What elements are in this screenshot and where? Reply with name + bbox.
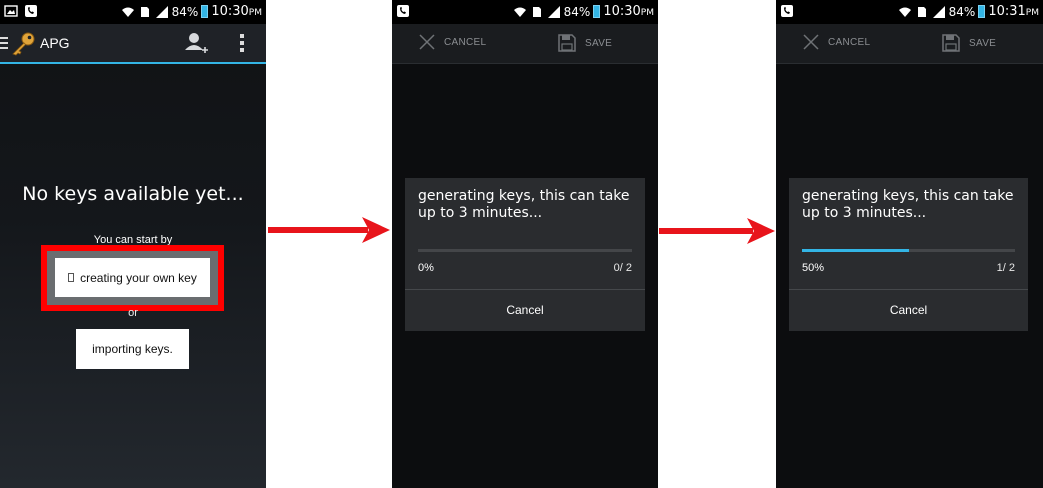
clock-time: 10:31 <box>988 4 1026 19</box>
progress-percent: 0% <box>418 262 434 274</box>
voip-notification-icon <box>780 4 794 18</box>
dialog-message: generating keys, this can take up to 3 m… <box>802 188 1014 221</box>
action-bar: CANCEL SAVE <box>392 24 658 64</box>
create-key-button[interactable]: creating your own key <box>55 258 210 297</box>
clock: 10:31PM <box>988 4 1039 19</box>
battery-percent: 84% <box>171 4 199 19</box>
progress-bar <box>802 249 1015 252</box>
wifi-icon <box>513 5 527 19</box>
voip-notification-icon <box>24 4 38 18</box>
action-bar: APG <box>0 24 266 64</box>
clock-ampm: PM <box>248 8 262 18</box>
dialog-cancel-button[interactable]: Cancel <box>405 290 645 331</box>
cancel-action-label: CANCEL <box>444 36 487 48</box>
battery-percent: 84% <box>563 4 591 19</box>
battery-icon <box>201 5 209 18</box>
save-icon <box>558 34 576 52</box>
clock-time: 10:30 <box>211 4 249 19</box>
clock-ampm: PM <box>640 8 654 18</box>
clock: 10:30PM <box>603 4 654 19</box>
status-bar: 84% 10:31PM <box>776 0 1043 24</box>
status-bar: 84% 10:30PM <box>392 0 658 24</box>
sim-icon <box>138 5 152 19</box>
app-title: APG <box>40 35 70 51</box>
save-action-label: SAVE <box>969 37 997 49</box>
overflow-menu-icon[interactable] <box>240 34 246 55</box>
voip-notification-icon <box>396 4 410 18</box>
gallery-notification-icon <box>4 4 18 18</box>
import-keys-label: importing keys. <box>92 342 173 356</box>
battery-percent: 84% <box>948 4 976 19</box>
close-icon <box>803 34 819 50</box>
progress-percent: 50% <box>802 262 825 274</box>
screen-key-list-empty: 84% 10:30PM APG No keys available yet...… <box>0 0 266 488</box>
sim-icon <box>915 5 929 19</box>
progress-fill <box>802 249 909 252</box>
signal-icon <box>547 5 561 19</box>
clock: 10:30PM <box>211 4 262 19</box>
progress-bar <box>418 249 632 252</box>
create-key-label: creating your own key <box>80 270 197 285</box>
close-icon <box>419 34 435 50</box>
clock-time: 10:30 <box>603 4 641 19</box>
flow-arrow-2 <box>659 216 775 246</box>
progress-dialog: generating keys, this can take up to 3 m… <box>405 178 645 331</box>
sim-icon <box>530 5 544 19</box>
progress-count: 1/ 2 <box>996 262 1015 274</box>
cancel-action-button[interactable]: CANCEL <box>802 33 870 51</box>
clock-ampm: PM <box>1025 8 1039 18</box>
drawer-menu-icon[interactable] <box>0 37 8 52</box>
cancel-action-label: CANCEL <box>828 36 871 48</box>
battery-icon <box>593 5 601 18</box>
signal-icon <box>155 5 169 19</box>
add-contact-icon[interactable] <box>184 31 208 57</box>
battery-icon <box>978 5 986 18</box>
dialog-message: generating keys, this can take up to 3 m… <box>418 188 630 221</box>
save-icon <box>942 34 960 52</box>
import-keys-button[interactable]: importing keys. <box>76 329 189 369</box>
empty-state-title: No keys available yet... <box>22 183 244 205</box>
progress-dialog: generating keys, this can take up to 3 m… <box>789 178 1028 331</box>
save-action-button[interactable]: SAVE <box>941 33 996 53</box>
progress-count: 0/ 2 <box>613 262 632 274</box>
placeholder-glyph-icon <box>68 273 75 282</box>
action-bar: CANCEL SAVE <box>776 24 1043 64</box>
screen-generating-0: 84% 10:30PM CANCEL SAVE generating keys,… <box>392 0 658 488</box>
flow-arrow-1 <box>268 215 390 245</box>
save-action-label: SAVE <box>585 37 613 49</box>
status-bar: 84% 10:30PM <box>0 0 266 24</box>
cancel-action-button[interactable]: CANCEL <box>418 33 486 51</box>
screen-generating-50: 84% 10:31PM CANCEL SAVE generating keys,… <box>776 0 1043 488</box>
save-action-button[interactable]: SAVE <box>557 33 612 53</box>
dialog-cancel-button[interactable]: Cancel <box>789 290 1028 331</box>
signal-icon <box>932 5 946 19</box>
wifi-icon <box>898 5 912 19</box>
or-text: or <box>128 307 138 319</box>
app-key-icon[interactable] <box>10 32 36 56</box>
wifi-icon <box>121 5 135 19</box>
